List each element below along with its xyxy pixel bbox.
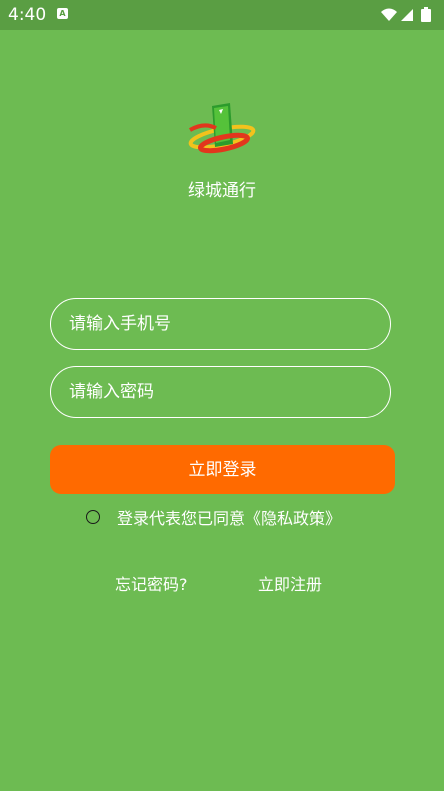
phone-input[interactable] (69, 299, 369, 348)
forgot-password-link[interactable]: 忘记密码? (115, 574, 188, 596)
signal-icon (401, 9, 413, 21)
a-icon: A (57, 8, 68, 19)
app-name: 绿城通行 (188, 181, 256, 201)
agreement-radio[interactable] (86, 510, 100, 524)
password-input[interactable] (69, 367, 369, 416)
agreement-text[interactable]: 登录代表您已同意《隐私政策》 (117, 508, 341, 530)
wifi-icon (381, 8, 397, 21)
status-time: 4:40 (8, 5, 47, 25)
password-field[interactable] (50, 366, 391, 418)
status-icons (380, 6, 436, 24)
app-logo-icon (186, 100, 258, 160)
battery-icon (421, 7, 431, 22)
login-button[interactable]: 立即登录 (50, 445, 395, 494)
phone-field[interactable] (50, 298, 391, 350)
status-bar: 4:40 A (0, 0, 444, 30)
register-link[interactable]: 立即注册 (258, 574, 322, 596)
